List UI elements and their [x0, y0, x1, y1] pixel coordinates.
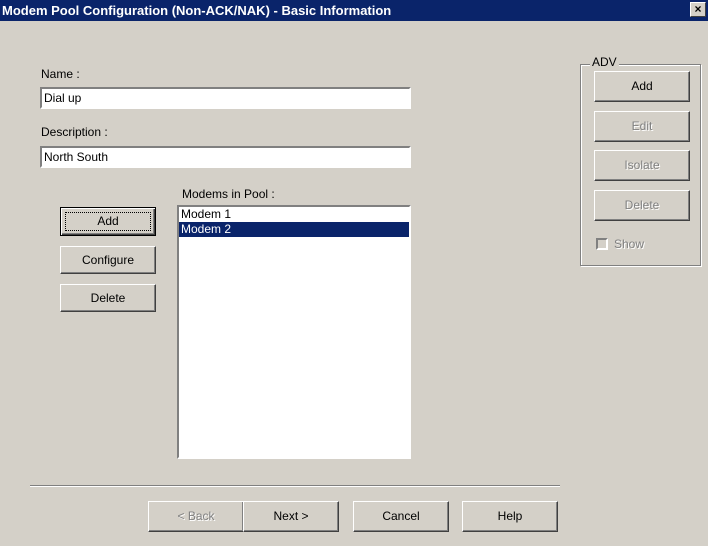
list-item[interactable]: Modem 2 — [179, 222, 409, 237]
adv-add-button[interactable]: Add — [594, 71, 690, 102]
modems-in-pool-list[interactable]: Modem 1 Modem 2 — [177, 205, 411, 459]
description-label: Description : — [41, 125, 108, 139]
adv-add-button-label: Add — [631, 79, 653, 93]
name-input[interactable]: Dial up — [40, 87, 411, 109]
cancel-button[interactable]: Cancel — [353, 501, 449, 532]
add-modem-button[interactable]: Add — [60, 207, 156, 236]
cancel-button-label: Cancel — [382, 509, 420, 523]
adv-edit-button-label: Edit — [631, 119, 653, 133]
title-bar: Modem Pool Configuration (Non-ACK/NAK) -… — [0, 0, 708, 21]
adv-delete-button-label: Delete — [624, 198, 660, 212]
adv-isolate-button-label: Isolate — [624, 158, 660, 172]
show-checkbox-label: Show — [614, 237, 645, 251]
configure-modem-button-label: Configure — [81, 253, 135, 267]
list-item[interactable]: Modem 1 — [179, 207, 409, 222]
focus-rect — [65, 212, 151, 231]
adv-delete-button[interactable]: Delete — [594, 190, 690, 221]
close-button[interactable]: × — [690, 2, 706, 17]
configure-modem-button[interactable]: Configure — [60, 246, 156, 274]
adv-isolate-button[interactable]: Isolate — [594, 150, 690, 181]
description-input[interactable]: North South — [40, 146, 411, 168]
adv-group-title: ADV — [590, 55, 619, 69]
help-button[interactable]: Help — [462, 501, 558, 532]
adv-edit-button[interactable]: Edit — [594, 111, 690, 142]
next-button[interactable]: Next > — [243, 501, 339, 532]
delete-modem-button-label: Delete — [90, 291, 126, 305]
delete-modem-button[interactable]: Delete — [60, 284, 156, 312]
next-button-label: Next > — [273, 509, 309, 523]
show-checkbox[interactable] — [596, 238, 608, 250]
name-label: Name : — [41, 67, 80, 81]
close-icon: × — [694, 2, 702, 16]
help-button-label: Help — [497, 509, 523, 523]
back-button[interactable]: < Back — [148, 501, 244, 532]
footer-separator — [30, 485, 560, 487]
modems-in-pool-label: Modems in Pool : — [182, 187, 275, 201]
window-title: Modem Pool Configuration (Non-ACK/NAK) -… — [2, 3, 392, 18]
back-button-label: < Back — [177, 509, 215, 523]
